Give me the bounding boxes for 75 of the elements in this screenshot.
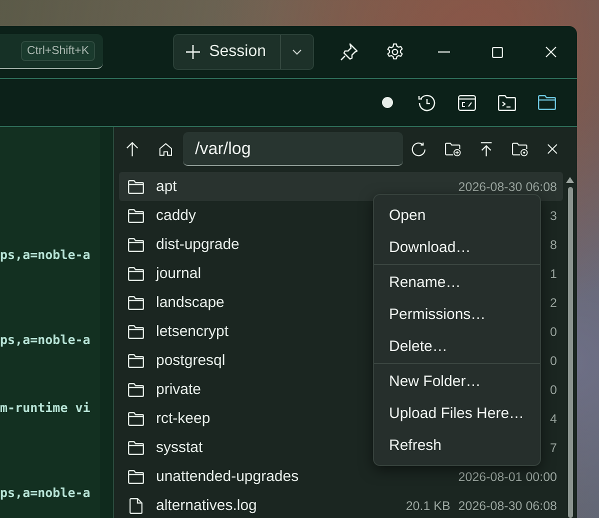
menu-item[interactable]: New Folder…	[374, 365, 540, 397]
command-prompt-icon	[458, 94, 476, 110]
file-name: caddy	[156, 207, 196, 224]
folder-icon	[128, 180, 144, 194]
file-name: apt	[156, 178, 177, 195]
folder-icon	[128, 412, 144, 426]
modified-date: 2026-08-30 06:08	[458, 498, 557, 512]
file-name: postgresql	[156, 352, 226, 369]
upload-icon[interactable]	[480, 141, 494, 157]
dot-icon	[382, 97, 392, 108]
terminal-line: ps,a=noble-a	[0, 246, 92, 263]
menu-item[interactable]: Refresh	[374, 429, 540, 461]
terminal-icon	[498, 94, 516, 110]
file-name: journal	[156, 265, 202, 282]
shortcut-badge: Ctrl+Shift+K	[21, 41, 95, 61]
selected-row-highlight[interactable]: apt 2026-08-30 06:08	[119, 172, 563, 201]
file-name: rct-keep	[156, 410, 210, 427]
file-name: landscape	[156, 294, 224, 311]
settings-icon[interactable]	[386, 43, 404, 61]
new-folder-icon[interactable]	[445, 142, 462, 156]
scroll-up-arrow-icon[interactable]	[566, 177, 574, 183]
modified-date: 0	[550, 382, 557, 396]
maximize-icon[interactable]	[492, 46, 503, 58]
folder-icon	[128, 324, 144, 338]
scrollbar-thumb[interactable]	[568, 187, 572, 518]
folder-icon	[538, 95, 556, 110]
modified-date: 7	[550, 440, 557, 454]
terminal-line: ps,a=noble-a	[0, 484, 92, 501]
file-name: dist-upgrade	[156, 236, 240, 253]
up-arrow-icon[interactable]	[126, 141, 139, 157]
modified-date: 8	[550, 238, 557, 252]
pin-icon[interactable]	[340, 43, 358, 61]
modified-date: 2026-08-01 00:00	[458, 470, 557, 484]
modified-date: 1	[550, 266, 557, 280]
file-name: letsencrypt	[156, 323, 229, 340]
menu-item[interactable]: Delete…	[374, 330, 540, 362]
folder-icon	[128, 354, 144, 368]
modified-date: 2	[550, 296, 557, 310]
file-name: private	[156, 381, 202, 398]
menu-item[interactable]: Upload Files Here…	[374, 397, 540, 429]
file-icon	[128, 498, 144, 514]
menu-item[interactable]: Rename…	[374, 266, 540, 298]
modified-date: 3	[550, 208, 557, 222]
modified-date: 2026-08-30 06:08	[458, 180, 557, 194]
menu-item[interactable]: Permissions…	[374, 298, 540, 330]
folder-icon	[128, 208, 144, 222]
path-field[interactable]: /var/log	[183, 132, 404, 166]
file-name: sysstat	[156, 439, 203, 456]
folder-settings-icon[interactable]	[512, 142, 528, 156]
refresh-icon[interactable]	[411, 140, 426, 158]
new-session-button[interactable]: Session	[174, 35, 281, 69]
minimize-icon[interactable]	[438, 51, 450, 53]
home-icon[interactable]	[158, 142, 172, 156]
terminal-line: m-runtime vi	[0, 399, 92, 416]
chevron-down-icon	[292, 49, 302, 55]
menu-item[interactable]: Open	[374, 199, 540, 231]
folder-icon	[128, 266, 144, 280]
folder-icon	[128, 470, 144, 484]
session-tab[interactable]: Ctrl+Shift+K	[0, 34, 103, 69]
folder-icon	[128, 382, 144, 396]
close-icon[interactable]	[547, 143, 558, 155]
plus-icon	[186, 45, 200, 59]
file-name: alternatives.log	[156, 497, 257, 514]
modified-date: 0	[550, 324, 557, 338]
modified-date: 4	[550, 412, 557, 426]
menu-item[interactable]: Download…	[374, 231, 540, 263]
folder-icon	[128, 238, 144, 252]
file-name: unattended-upgrades	[156, 468, 299, 485]
modified-date: 0	[550, 354, 557, 368]
folder-icon	[128, 440, 144, 454]
terminal-line: ps,a=noble-a	[0, 331, 92, 348]
close-icon[interactable]	[545, 46, 557, 58]
file-size: 20.1 KB	[406, 498, 450, 512]
folder-icon	[128, 296, 144, 310]
history-icon	[418, 94, 436, 112]
